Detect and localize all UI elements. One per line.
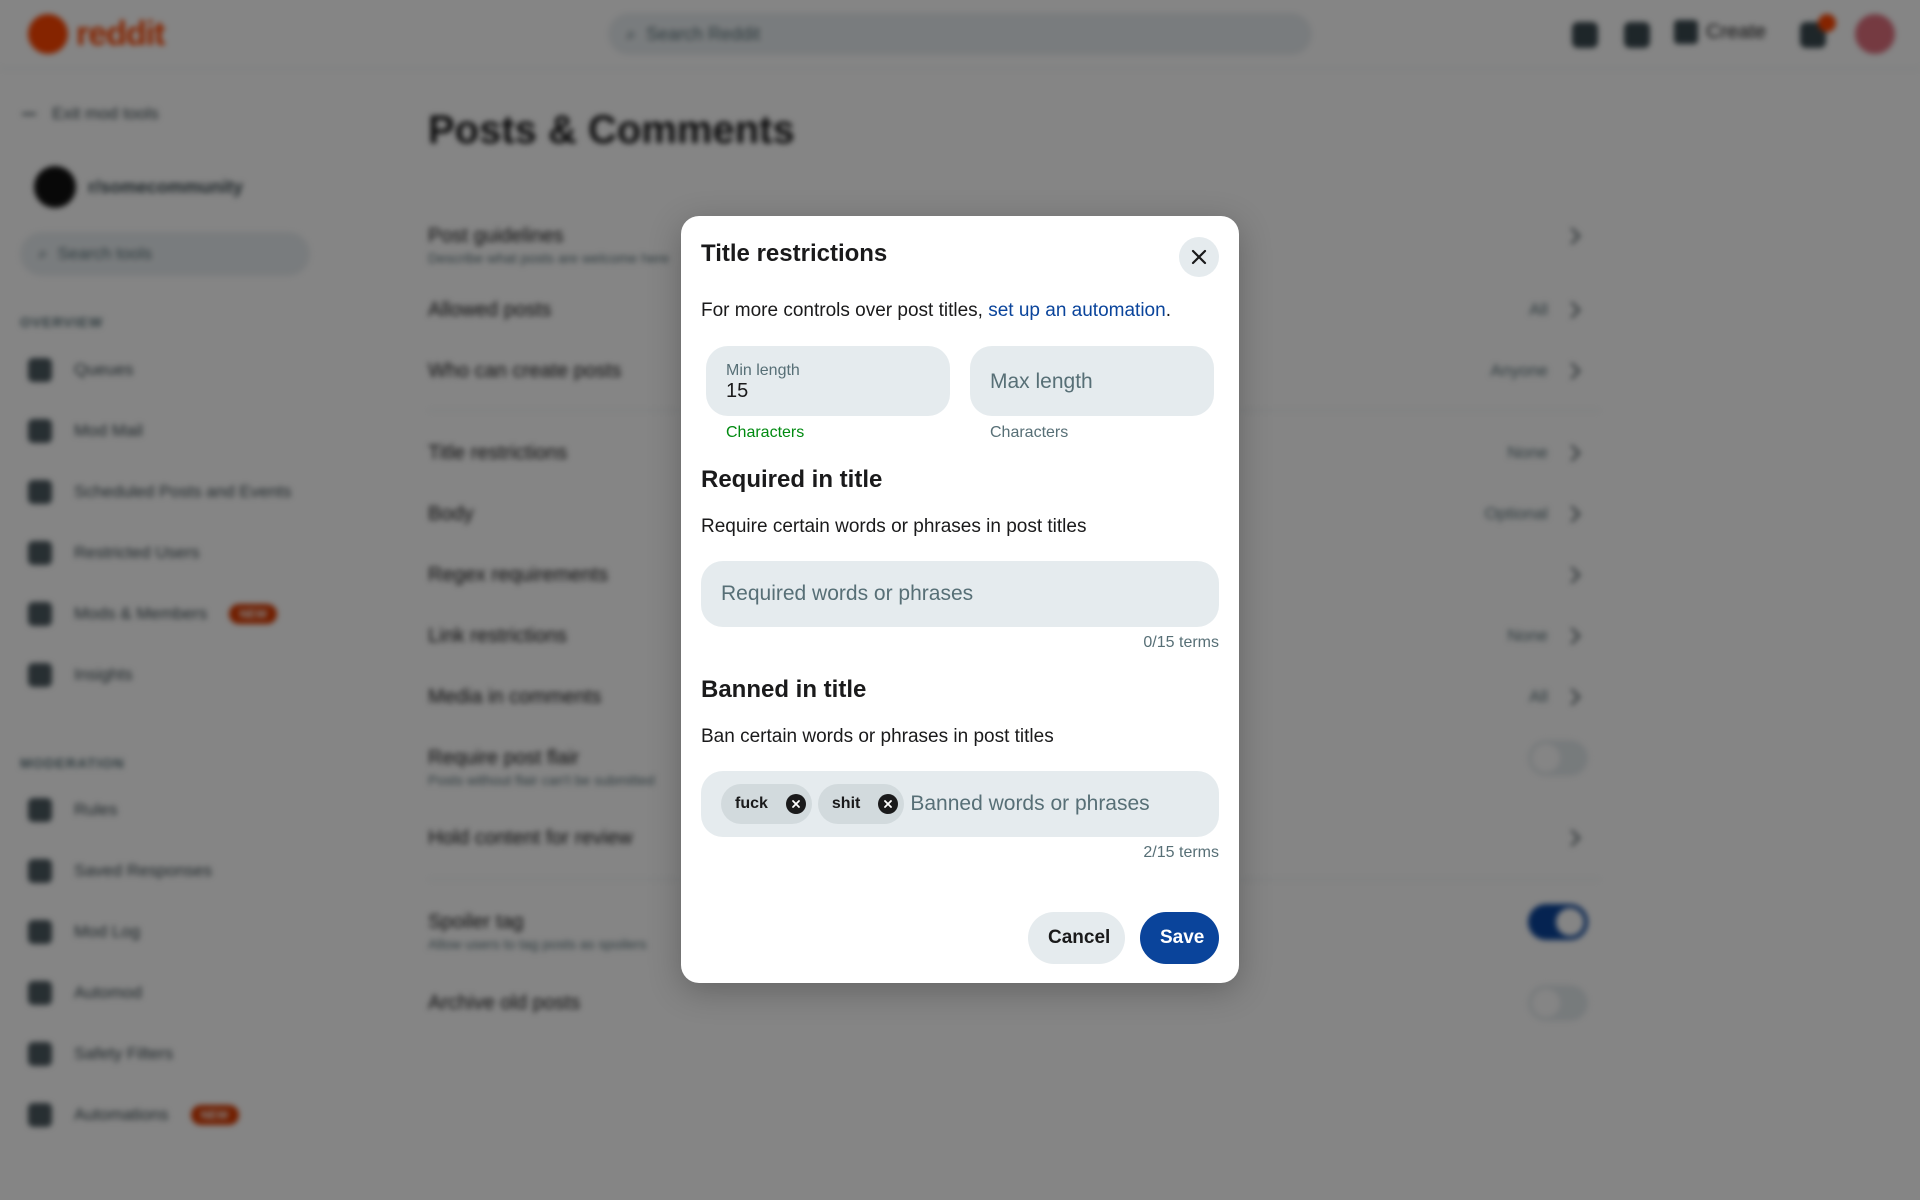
term-label: shit — [831, 795, 861, 812]
required-terms-count: 0/15 terms — [1143, 634, 1219, 651]
banned-terms-field[interactable]: fuck shit — [701, 771, 1219, 837]
banned-term-chip: fuck — [721, 784, 812, 824]
required-description: Require certain words or phrases in post… — [701, 516, 1087, 537]
required-terms-field[interactable] — [701, 561, 1219, 627]
save-button[interactable]: Save — [1140, 912, 1219, 964]
close-icon — [1191, 249, 1207, 265]
automation-link[interactable]: set up an automation — [988, 300, 1165, 321]
close-button[interactable] — [1179, 237, 1219, 277]
banned-terms-input[interactable] — [910, 792, 1219, 816]
cancel-button[interactable]: Cancel — [1028, 912, 1125, 964]
banned-term-chip: shit — [817, 784, 905, 824]
max-length-input[interactable] — [990, 370, 1190, 394]
banned-description: Ban certain words or phrases in post tit… — [701, 726, 1054, 747]
remove-term-icon — [884, 800, 893, 808]
min-length-help: Characters — [726, 424, 805, 441]
min-length-label: Min length — [726, 362, 800, 379]
modal-title: Title restrictions — [701, 240, 888, 267]
banned-heading: Banned in title — [701, 676, 867, 703]
banned-terms-count: 2/15 terms — [1143, 844, 1219, 861]
remove-term-button[interactable] — [785, 794, 806, 814]
remove-term-icon — [792, 800, 800, 808]
remove-term-button[interactable] — [878, 794, 899, 814]
required-heading: Required in title — [701, 466, 883, 493]
max-length-field[interactable] — [970, 346, 1214, 416]
title-restrictions-modal: Title restrictions For more controls ove… — [681, 216, 1239, 983]
modal-intro: For more controls over post titles, set … — [701, 300, 1171, 322]
intro-end: . — [1165, 300, 1171, 321]
min-length-field[interactable]: Min length — [706, 346, 950, 416]
intro-text: For more controls over post titles, — [701, 300, 989, 321]
max-length-help: Characters — [990, 424, 1069, 441]
min-length-input[interactable] — [726, 380, 926, 403]
required-terms-input[interactable] — [721, 582, 1219, 606]
term-label: fuck — [735, 795, 768, 812]
